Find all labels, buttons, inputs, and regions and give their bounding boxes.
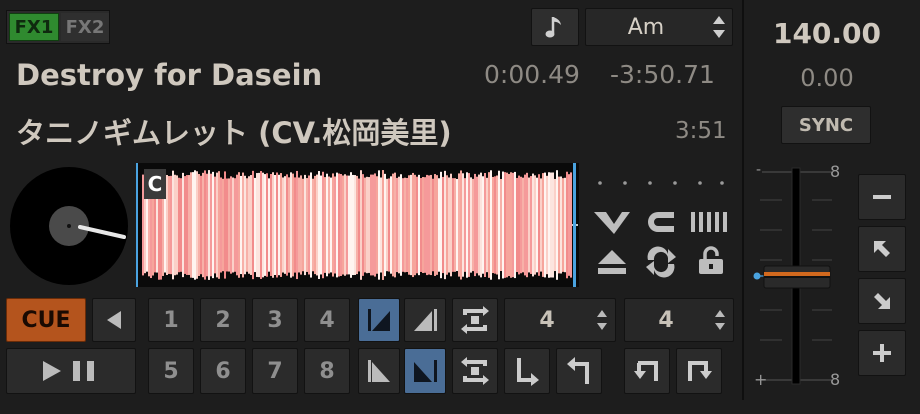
- jump-back-icon: [634, 361, 658, 381]
- sync-button[interactable]: SYNC: [781, 106, 871, 144]
- fx2-button[interactable]: FX2: [61, 13, 109, 41]
- hotcue-7-button[interactable]: 7: [252, 348, 298, 394]
- reloop-icon: [461, 306, 489, 334]
- beat-dots: [590, 178, 730, 188]
- time-elapsed: 0:00.49: [484, 60, 580, 89]
- play-pause-icon: [43, 361, 94, 381]
- minus-icon: [873, 195, 891, 199]
- triangle-left-icon: [107, 311, 121, 329]
- beatloop-arrows[interactable]: [589, 309, 615, 331]
- loop-toggle-button[interactable]: [452, 348, 498, 394]
- rate-down-button[interactable]: [858, 174, 906, 220]
- time-remaining: -3:50.71: [610, 60, 715, 89]
- beatjump-back-button[interactable]: [624, 348, 670, 394]
- loop-double-button[interactable]: [556, 348, 602, 394]
- keylock-bars-icon[interactable]: [690, 210, 730, 234]
- hotcue-8-button[interactable]: 8: [304, 348, 350, 394]
- cue-marker-label: C: [147, 172, 163, 196]
- pitch-bottom-label: 8: [830, 370, 841, 389]
- key-spinbox[interactable]: Am: [585, 8, 733, 46]
- loop-out-icon: [414, 309, 437, 331]
- chevron-up-icon[interactable]: [714, 309, 726, 318]
- pitch-bottom-sign: +: [754, 370, 768, 389]
- vinyl-spinner[interactable]: [8, 165, 130, 287]
- hotcue-1-button[interactable]: 1: [148, 298, 194, 342]
- unlock-icon[interactable]: [696, 246, 726, 276]
- arrow-down-right-icon: [517, 358, 539, 386]
- key-match-button[interactable]: [531, 8, 579, 46]
- bpm-display[interactable]: 140.00: [744, 17, 910, 50]
- music-note-icon: [545, 17, 561, 38]
- loop-in-button[interactable]: [358, 298, 400, 342]
- beatloop-size: 4: [539, 307, 555, 333]
- arrow-down-right-icon: [874, 293, 890, 309]
- plus-icon: [873, 344, 891, 362]
- pitch-top-label: 8: [830, 162, 841, 181]
- loop-out-button[interactable]: [404, 298, 446, 342]
- jump-forward-icon: [688, 361, 712, 381]
- waveform-end-marker: [573, 163, 576, 287]
- rate-up-button[interactable]: [858, 330, 906, 376]
- track-duration: 3:51: [675, 118, 727, 144]
- rate-perm-up-button[interactable]: [858, 226, 906, 272]
- cue-marker[interactable]: C: [144, 169, 166, 199]
- eject-icon[interactable]: [596, 248, 628, 276]
- hotcue-3-button[interactable]: 3: [252, 298, 298, 342]
- cue-button[interactable]: CUE: [6, 298, 86, 342]
- right-panel-divider: [742, 0, 744, 400]
- arrow-up-left-icon: [567, 357, 589, 384]
- loop-in-icon: [368, 309, 390, 331]
- hotcue-6-button[interactable]: 6: [200, 348, 246, 394]
- beatjump-arrows[interactable]: [707, 309, 733, 331]
- beatjump-size: 4: [658, 307, 674, 333]
- play-pause-button[interactable]: [6, 348, 136, 394]
- fx1-button[interactable]: FX1: [9, 13, 59, 41]
- pitch-fader-graphic: [753, 167, 832, 385]
- loop-in-move-button[interactable]: [358, 348, 400, 394]
- chevron-up-icon[interactable]: [596, 309, 608, 318]
- chevron-up-icon[interactable]: [712, 15, 726, 25]
- rate-perm-down-button[interactable]: [858, 278, 906, 324]
- cue-label: CUE: [21, 307, 71, 333]
- pitch-fader[interactable]: - 8 + 8: [752, 160, 848, 392]
- pitch-top-sign: -: [756, 162, 762, 178]
- repeat-icon[interactable]: [642, 246, 680, 278]
- loop-out-move-icon: [414, 360, 437, 382]
- loop-halve-button[interactable]: [504, 348, 550, 394]
- quantize-icon[interactable]: [592, 208, 632, 236]
- rate-offset-display: 0.00: [800, 64, 854, 92]
- chevron-down-icon[interactable]: [596, 322, 608, 331]
- chevron-down-icon[interactable]: [712, 29, 726, 39]
- beatjump-forward-button[interactable]: [676, 348, 722, 394]
- loop-out-move-button[interactable]: [404, 348, 446, 394]
- loop-toggle-icon: [461, 357, 489, 385]
- key-arrows[interactable]: [706, 15, 732, 39]
- magnet-icon[interactable]: [644, 208, 678, 236]
- loop-in-move-icon: [368, 360, 390, 382]
- fx1-label: FX1: [14, 16, 54, 38]
- key-value: Am: [627, 14, 665, 40]
- fx2-label: FX2: [65, 16, 105, 38]
- back-button[interactable]: [92, 298, 136, 342]
- reloop-button[interactable]: [452, 298, 498, 342]
- waveform-graph: [142, 170, 578, 280]
- hotcue-5-button[interactable]: 5: [148, 348, 194, 394]
- waveform-display[interactable]: C: [136, 163, 579, 287]
- chevron-down-icon[interactable]: [714, 322, 726, 331]
- hotcue-4-button[interactable]: 4: [304, 298, 350, 342]
- track-title: Destroy for Dasein: [16, 58, 323, 92]
- track-artist: タニノギムレット (CV.松岡美里): [16, 116, 452, 150]
- beatloop-spinbox[interactable]: 4: [504, 298, 616, 342]
- sync-label: SYNC: [798, 114, 854, 136]
- hotcue-2-button[interactable]: 2: [200, 298, 246, 342]
- beatjump-spinbox[interactable]: 4: [624, 298, 734, 342]
- fx-group: FX1 FX2: [6, 10, 110, 44]
- arrow-up-left-icon: [874, 241, 890, 257]
